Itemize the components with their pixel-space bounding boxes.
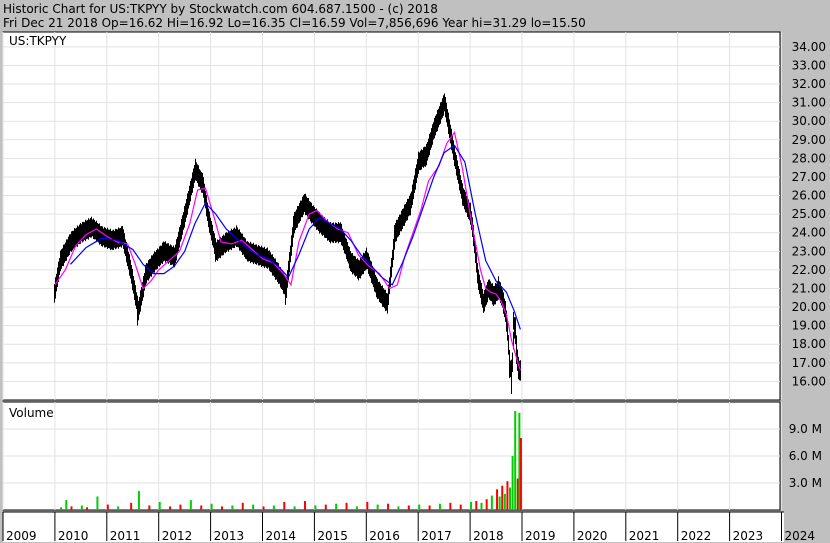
price-panel-label: US:TKPYY [9, 34, 67, 48]
volume-bar [376, 504, 379, 510]
volume-bar [485, 499, 488, 510]
price-tick-label: 30.00 [792, 114, 826, 128]
year-tick-label: 2018 [473, 529, 504, 543]
price-tick-label: 16.00 [792, 374, 826, 388]
volume-bar [418, 504, 421, 510]
volume-bar [498, 496, 501, 510]
volume-bar [345, 502, 348, 510]
year-tick-label: 2013 [214, 529, 245, 543]
volume-tick-label: 9.0 M [789, 422, 822, 436]
price-tick-label: 25.00 [792, 207, 826, 221]
volume-bar [210, 503, 213, 510]
volume-bar [314, 505, 317, 510]
volume-bar [137, 491, 140, 510]
volume-bar [158, 501, 161, 510]
volume-bar [65, 500, 68, 510]
volume-bar [189, 500, 192, 510]
volume-bar [220, 506, 223, 510]
year-tick-label: 2019 [525, 529, 556, 543]
year-tick-label: 2011 [110, 529, 141, 543]
volume-bar [169, 506, 172, 510]
volume-bar [262, 506, 265, 510]
volume-bar [475, 501, 478, 510]
year-tick-label: 2009 [6, 529, 37, 543]
volume-bar [304, 501, 307, 510]
volume-bar [70, 506, 73, 510]
price-tick-label: 23.00 [792, 244, 826, 258]
volume-panel-label: Volume [9, 406, 54, 420]
volume-bar [106, 504, 109, 510]
volume-bar [179, 504, 182, 510]
price-tick-label: 22.00 [792, 263, 826, 277]
volume-bar [397, 506, 400, 510]
volume-bar [490, 495, 493, 510]
volume-bar [80, 505, 83, 510]
volume-bar [335, 503, 338, 510]
volume-bar [428, 505, 431, 510]
volume-bar [449, 502, 452, 510]
volume-bar [117, 506, 120, 510]
price-panel [2, 31, 781, 401]
volume-tick-label: 3.0 M [789, 476, 822, 490]
price-tick-label: 28.00 [792, 151, 826, 165]
price-tick-label: 32.00 [792, 77, 826, 91]
volume-bar [293, 506, 296, 510]
volume-bar [148, 505, 151, 510]
price-tick-label: 18.00 [792, 337, 826, 351]
volume-tick-label: 6.0 M [789, 449, 822, 463]
price-tick-label: 27.00 [792, 170, 826, 184]
year-tick-label: 2021 [629, 529, 660, 543]
price-tick-label: 20.00 [792, 300, 826, 314]
price-tick-label: 26.00 [792, 189, 826, 203]
volume-bar [480, 502, 483, 510]
price-tick-label: 33.00 [792, 58, 826, 72]
year-tick-label: 2014 [266, 529, 297, 543]
year-tick-label: 2022 [681, 529, 712, 543]
volume-bar [438, 503, 441, 510]
volume-bar [514, 411, 517, 510]
volume-bar [503, 493, 506, 510]
volume-bar [496, 489, 499, 510]
year-tick-label: 2012 [162, 529, 193, 543]
year-tick-label: 2010 [58, 529, 89, 543]
year-tick-label: 2017 [421, 529, 452, 543]
volume-bar [501, 485, 504, 510]
volume-bar [519, 438, 522, 510]
year-tick-label: 2015 [317, 529, 348, 543]
volume-bar [252, 504, 255, 510]
price-tick-label: 34.00 [792, 40, 826, 54]
year-tick-label: 2023 [733, 529, 764, 543]
volume-bar [86, 507, 89, 510]
volume-bar [509, 487, 512, 510]
year-tick-label: 2020 [577, 529, 608, 543]
volume-bar [470, 501, 473, 510]
volume-bar [355, 506, 358, 510]
year-tick-label: 2024 [785, 529, 816, 543]
year-tick-label: 2016 [369, 529, 400, 543]
volume-bar [366, 501, 369, 510]
volume-bar [272, 505, 275, 510]
volume-bar [96, 496, 99, 510]
price-tick-label: 31.00 [792, 96, 826, 110]
price-tick-label: 17.00 [792, 356, 826, 370]
price-tick-label: 21.00 [792, 281, 826, 295]
volume-bar [130, 502, 133, 510]
volume-bar [407, 505, 410, 510]
volume-bar [506, 481, 509, 510]
volume-bar [324, 504, 327, 510]
volume-bar [241, 502, 244, 510]
stock-chart: 16.00 17.00 18.00 19.00 20.00 21.00 22.00 23.00… [2, 31, 826, 543]
volume-bar [511, 456, 514, 510]
price-tick-label: 29.00 [792, 133, 826, 147]
volume-bar [459, 504, 462, 510]
price-tick-label: 24.00 [792, 226, 826, 240]
price-tick-label: 19.00 [792, 319, 826, 333]
volume-bar [60, 507, 63, 510]
volume-bar [387, 503, 390, 510]
volume-bar [231, 505, 234, 510]
volume-bar [283, 501, 286, 510]
volume-bar [200, 505, 203, 510]
